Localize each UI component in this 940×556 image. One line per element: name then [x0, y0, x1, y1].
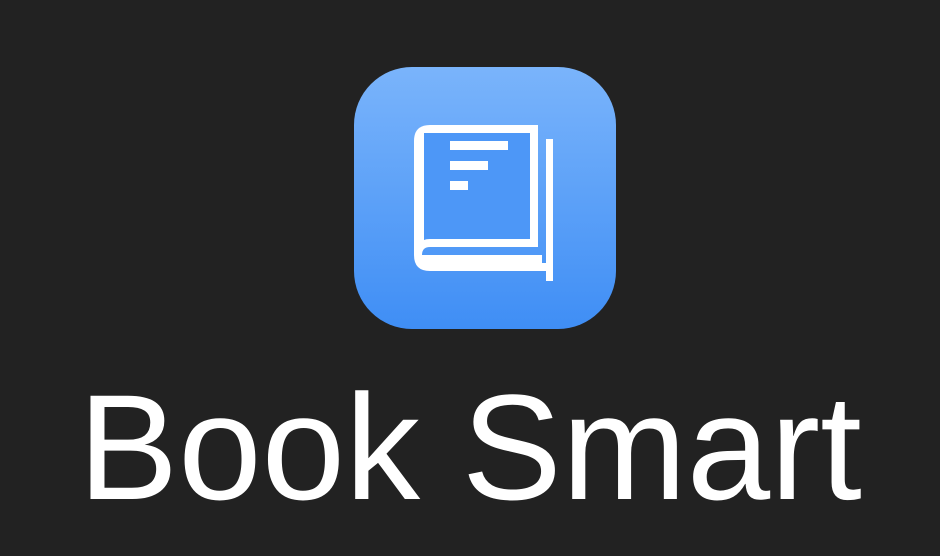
app-icon[interactable]	[354, 67, 616, 329]
app-name: Book Smart	[78, 363, 862, 531]
splash-screen: Book Smart	[0, 0, 940, 556]
book-icon	[414, 125, 553, 281]
